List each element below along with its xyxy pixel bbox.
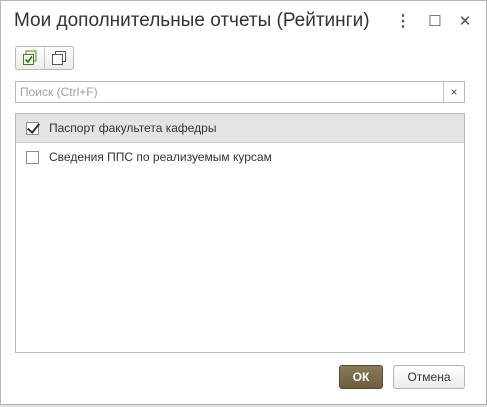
search-input[interactable] [16,82,444,102]
check-all-button[interactable] [16,47,44,69]
report-list: Паспорт факультета кафедры Сведения ППС … [15,113,465,353]
more-actions-icon[interactable]: ⋮ [394,12,412,30]
list-item[interactable]: Паспорт факультета кафедры [16,114,464,143]
title-bar: Мои дополнительные отчеты (Рейтинги) ⋮ ☐… [1,1,486,41]
ok-button[interactable]: ОК [339,365,383,389]
uncheck-all-icon [52,51,66,65]
close-icon[interactable]: ✕ [456,12,474,30]
report-settings-dialog: Мои дополнительные отчеты (Рейтинги) ⋮ ☐… [0,0,487,405]
list-item[interactable]: Сведения ППС по реализуемым курсам [16,143,464,171]
dialog-title: Мои дополнительные отчеты (Рейтинги) [14,10,370,31]
toolbar [15,46,74,70]
check-all-icon [23,50,37,65]
list-item-label: Паспорт факультета кафедры [49,121,217,135]
uncheck-all-button[interactable] [44,47,73,69]
checkbox[interactable] [26,121,39,135]
cancel-button[interactable]: Отмена [393,365,465,389]
search-box: × [15,81,465,103]
maximize-icon[interactable]: ☐ [426,12,444,30]
clear-search-icon[interactable]: × [443,82,464,102]
checkbox[interactable] [26,150,39,164]
list-item-label: Сведения ППС по реализуемым курсам [49,150,272,164]
check-buttons-group [15,46,74,70]
